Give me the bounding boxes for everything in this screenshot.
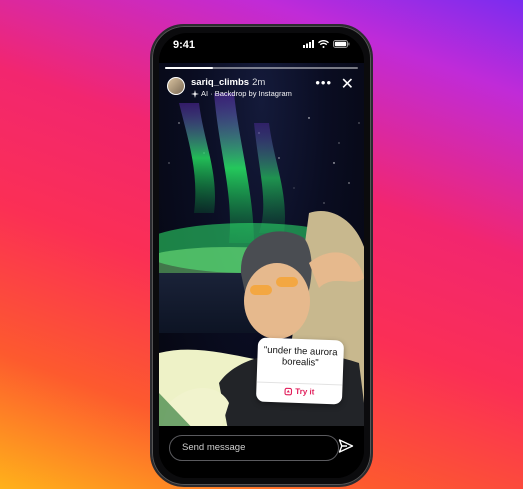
time-ago: 2m (252, 77, 266, 88)
story-user[interactable]: sariq_climbs 2m (191, 77, 265, 88)
avatar[interactable] (167, 77, 185, 95)
try-it-button[interactable]: Try it (256, 385, 342, 397)
more-icon[interactable]: ••• (315, 75, 332, 90)
wifi-icon (318, 40, 329, 48)
story-viewer[interactable]: sariq_climbs 2m AI · Backdrop by Instagra… (159, 63, 364, 435)
status-time: 9:41 (173, 39, 196, 51)
dynamic-island (231, 39, 295, 55)
story-progress-bar (165, 67, 358, 69)
sparkle-icon (191, 89, 199, 98)
username[interactable]: sariq_climbs (191, 77, 249, 88)
story-progress-fill (165, 67, 214, 69)
status-bar: 9:41 (159, 33, 364, 55)
phone-frame: 9:41 sariq_climbs 2m AI · Backdrop by In… (150, 24, 373, 487)
subtitle-label: AI · Backdrop by Instagram (201, 89, 292, 98)
message-composer: Send message (159, 426, 364, 478)
prompt-sticker[interactable]: "under the aurora borealis" Try it (255, 337, 345, 405)
battery-icon (333, 40, 350, 48)
sticker-divider (256, 381, 343, 386)
backdrop-icon (284, 387, 293, 395)
story-header: sariq_climbs 2m AI · Backdrop by Instagra… (167, 75, 356, 105)
story-subtitle[interactable]: AI · Backdrop by Instagram (191, 89, 292, 98)
status-icons (303, 40, 350, 48)
send-message-input[interactable]: Send message (169, 435, 339, 461)
signal-icon (303, 40, 314, 48)
sticker-text: "under the aurora borealis" (263, 344, 338, 369)
close-icon[interactable]: ✕ (341, 74, 354, 94)
phone-screen: 9:41 sariq_climbs 2m AI · Backdrop by In… (159, 33, 364, 478)
send-icon[interactable] (338, 438, 354, 454)
try-it-label: Try it (295, 386, 315, 397)
